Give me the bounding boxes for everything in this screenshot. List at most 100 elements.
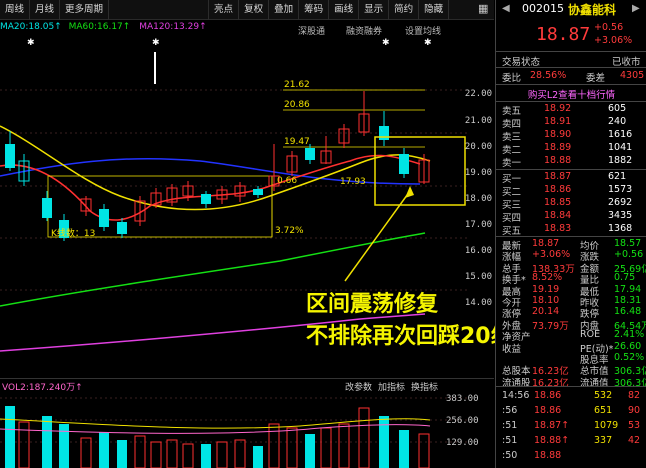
ask-row: 卖四 18.91 240 xyxy=(502,116,646,130)
ma60-label: MA60:16.17↑ xyxy=(68,22,131,32)
tick-count: 53 xyxy=(628,420,641,431)
weicha-value: 4305 xyxy=(620,70,645,81)
stat-value: 19.19 xyxy=(532,283,560,295)
add-indicator-button[interactable]: 加指标 xyxy=(378,380,405,393)
ask-label: 卖三 xyxy=(502,132,522,143)
price-tick: 17.00 xyxy=(464,220,492,230)
bid-row: 买五 18.83 1368 xyxy=(502,223,646,237)
toolbar-hide[interactable]: 隐藏 xyxy=(419,0,450,20)
bid-volume: 1573 xyxy=(608,184,633,195)
period-toolbar: 周线 月线 更多周期 亮点 复权 叠加 筹码 画线 显示 简约 隐藏 xyxy=(0,0,494,20)
ask-price: 18.92 xyxy=(544,103,572,114)
bid-price: 18.87 xyxy=(544,171,572,182)
ask-label: 卖四 xyxy=(502,119,522,130)
stat-value: 18.31 xyxy=(614,295,642,306)
percent-label: 3.72% xyxy=(275,226,304,236)
price-tick: 15.00 xyxy=(464,272,492,282)
expand-icon[interactable]: ▶ xyxy=(632,3,640,14)
bid-row: 买四 18.84 3435 xyxy=(502,210,646,224)
toolbar-more-periods[interactable]: 更多周期 xyxy=(60,0,110,20)
ask-price: 18.91 xyxy=(544,116,572,127)
k-count-label: K线数：13 xyxy=(51,229,96,239)
level-label: 17.93 xyxy=(340,177,366,187)
tick-row: 14:56 18.86 532 82 xyxy=(502,390,646,403)
ask-volume: 605 xyxy=(608,103,627,114)
stat-value: 8.52% xyxy=(532,272,563,284)
toolbar-draw[interactable]: 画线 xyxy=(329,0,360,20)
tick-price: 18.88 xyxy=(534,450,562,461)
status-value: 已收市 xyxy=(612,57,641,68)
ask-volume: 1041 xyxy=(608,142,633,153)
stat-value: 16.48 xyxy=(614,306,642,318)
stat-value: 20.14 xyxy=(532,306,560,318)
weibi-label: 委比 xyxy=(502,73,522,84)
bid-label: 买四 xyxy=(502,213,522,224)
ask-label: 卖五 xyxy=(502,106,522,117)
bid-label: 买五 xyxy=(502,226,522,237)
l2-banner-link[interactable]: 购买L2查看十档行情 xyxy=(496,87,646,101)
collapse-icon[interactable]: ◀ xyxy=(502,3,510,14)
level-label: 19.47 xyxy=(284,137,310,147)
status-label: 交易状态 xyxy=(502,57,541,68)
level-label: 21.62 xyxy=(284,80,310,90)
price-tick: 19.00 xyxy=(464,168,492,178)
tick-time: 14:56 xyxy=(502,390,530,401)
ask-price: 18.90 xyxy=(544,129,572,140)
price-change: +0.56 xyxy=(594,22,624,33)
tick-volume: 532 xyxy=(594,390,613,401)
toolbar-week[interactable]: 周线 xyxy=(0,0,31,20)
price-change-pct: +3.06% xyxy=(594,35,633,46)
stat-value: 17.94 xyxy=(614,283,642,295)
stat-value: 26.60 xyxy=(614,340,642,352)
stat-value: 0.52% xyxy=(614,352,645,363)
toolbar-overlay[interactable]: 叠加 xyxy=(269,0,300,20)
price-tick: 14.00 xyxy=(464,298,492,308)
stat-value: 0.75 xyxy=(614,272,636,284)
toolbar-month[interactable]: 月线 xyxy=(30,0,61,20)
edit-params-button[interactable]: 改参数 xyxy=(345,380,372,393)
tick-row: :51 18.87↑ 1079 53 xyxy=(502,420,646,433)
volume-label: VOL2:187.240万↑ xyxy=(2,383,83,393)
ask-price: 18.89 xyxy=(544,142,572,153)
bid-label: 买三 xyxy=(502,200,522,211)
bid-row: 买二 18.86 1573 xyxy=(502,184,646,198)
tick-row: :50 18.88 xyxy=(502,450,646,463)
ask-volume: 1616 xyxy=(608,129,633,140)
ask-volume: 1882 xyxy=(608,155,633,166)
ma20-label: MA20:18.05↑ xyxy=(0,22,62,32)
bid-volume: 621 xyxy=(608,171,627,182)
ask-label: 卖一 xyxy=(502,158,522,169)
ask-volume: 240 xyxy=(608,116,627,127)
annotation-line1: 区间震荡修复 xyxy=(306,292,439,317)
level-label: 20.86 xyxy=(284,100,310,110)
ask-row: 卖五 18.92 605 xyxy=(502,103,646,117)
star-marker: ✱ xyxy=(27,38,35,48)
tick-time: :56 xyxy=(502,405,518,416)
grid-icon[interactable]: ▦ xyxy=(478,2,492,18)
toolbar-adjust[interactable]: 复权 xyxy=(239,0,270,20)
tick-count: 42 xyxy=(628,435,641,446)
volume-chart[interactable] xyxy=(0,394,470,468)
star-marker: ✱ xyxy=(424,38,432,48)
toolbar-highlight[interactable]: 亮点 xyxy=(209,0,240,20)
price-tick: 21.00 xyxy=(464,116,492,126)
tick-time: :51 xyxy=(502,420,518,431)
toolbar-display[interactable]: 显示 xyxy=(359,0,390,20)
toolbar-chips[interactable]: 筹码 xyxy=(299,0,330,20)
level-label: 0.66 xyxy=(277,176,298,186)
change-indicator-button[interactable]: 换指标 xyxy=(411,380,438,393)
bid-price: 18.84 xyxy=(544,210,572,221)
tick-volume: 651 xyxy=(594,405,613,416)
bid-volume: 2692 xyxy=(608,197,633,208)
stat-value: 18.57 xyxy=(614,238,642,249)
toolbar-simple[interactable]: 简约 xyxy=(389,0,420,20)
price-tick: 20.00 xyxy=(464,142,492,152)
tick-row: :56 18.86 651 90 xyxy=(502,405,646,418)
stat-value: 2.41% xyxy=(614,329,645,341)
ma-legend: MA20:18.05↑ MA60:16.17↑ MA120:13.29↑ xyxy=(0,22,470,36)
tick-count: 82 xyxy=(628,390,641,401)
tick-price: 18.86 xyxy=(534,405,562,416)
bid-label: 买二 xyxy=(502,187,522,198)
tick-volume: 337 xyxy=(594,435,613,446)
tick-count: 90 xyxy=(628,405,641,416)
